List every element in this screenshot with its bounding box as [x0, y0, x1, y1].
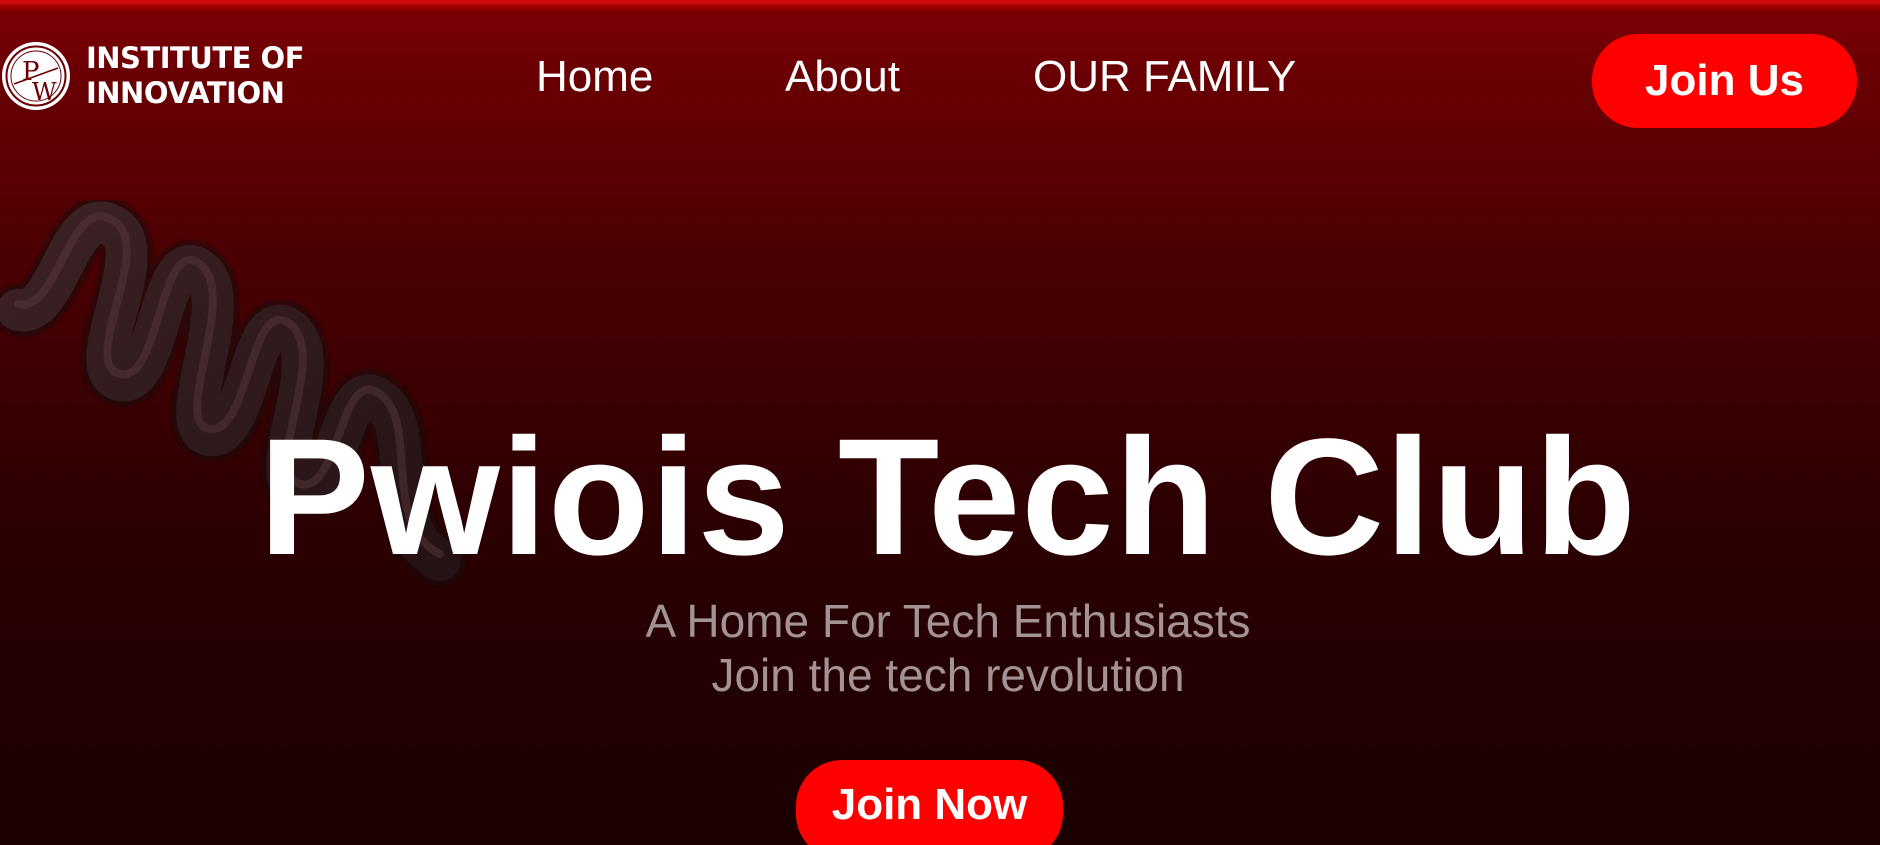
top-accent-line	[0, 0, 1880, 4]
hero-title: Pwiois Tech Club	[259, 405, 1637, 590]
join-us-button[interactable]: Join Us	[1592, 34, 1857, 128]
hero-subtitle: A Home For Tech Enthusiasts	[645, 595, 1251, 647]
hero-tagline: Join the tech revolution	[711, 649, 1185, 701]
nav-link-about[interactable]: About	[785, 52, 900, 102]
join-now-button[interactable]: Join Now	[796, 760, 1063, 845]
nav-link-our-family[interactable]: OUR FAMILY	[1033, 52, 1296, 102]
nav-link-home[interactable]: Home	[536, 52, 653, 102]
